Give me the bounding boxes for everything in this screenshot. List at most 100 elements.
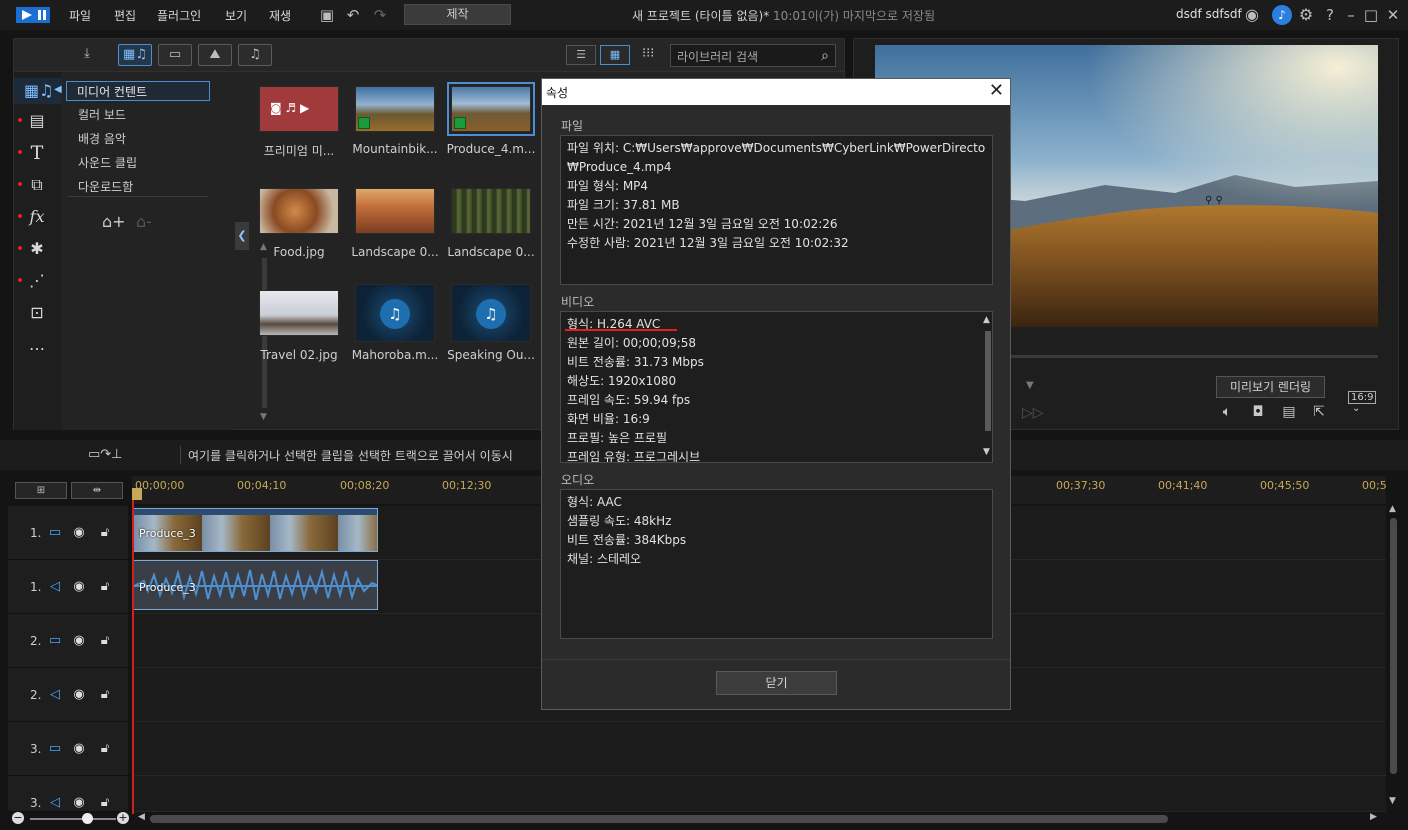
add-tag-icon[interactable]: ⌂+ bbox=[102, 212, 126, 231]
transition-room-icon[interactable]: ▤ bbox=[24, 110, 50, 132]
room-pointer-icon: ◀ bbox=[54, 84, 62, 95]
playhead-handle[interactable] bbox=[132, 488, 142, 500]
video-filter-icon[interactable]: ▭ bbox=[158, 44, 192, 66]
media-item-premium[interactable]: ◙ ♬ ▶ bbox=[259, 86, 339, 132]
title-room-icon[interactable]: T bbox=[24, 142, 50, 164]
dialog-title-bar: 속성 ✕ bbox=[542, 79, 1010, 105]
eye-icon[interactable]: ◉ bbox=[70, 633, 88, 649]
file-info-line: 파일 형식: MP4 bbox=[567, 179, 649, 193]
media-item-travel[interactable] bbox=[259, 290, 339, 336]
menu-view[interactable]: 보기 bbox=[225, 7, 247, 24]
category-sound-clips[interactable]: 사운드 클립 bbox=[78, 154, 137, 171]
track-lane[interactable] bbox=[132, 722, 1386, 776]
close-window-icon[interactable]: ✕ bbox=[1384, 6, 1402, 24]
eye-icon[interactable]: ◉ bbox=[70, 741, 88, 757]
gear-icon[interactable]: ⚙ bbox=[1297, 6, 1315, 24]
media-item-mahoroba[interactable]: ♫ bbox=[355, 284, 435, 342]
menu-playback[interactable]: 재생 bbox=[269, 7, 291, 24]
eye-icon[interactable]: ◉ bbox=[70, 579, 88, 595]
category-panel: 미디어 컨텐트 컬러 보드 배경 음악 사운드 클립 다운로드함 ⌂+ ⌂- ▲… bbox=[62, 72, 267, 430]
timeline-horizontal-scrollbar[interactable]: ◀ ▶ bbox=[138, 812, 1382, 824]
produce-button[interactable]: 제작 bbox=[404, 4, 511, 25]
lock-icon[interactable]: 🔓︎ bbox=[96, 525, 114, 541]
particle-room-icon[interactable]: ✱ bbox=[24, 238, 50, 260]
aspect-ratio-select[interactable]: 16:9 ⌄ bbox=[1348, 391, 1388, 414]
image-filter-icon[interactable]: ⛰ bbox=[198, 44, 232, 66]
pip-room-icon[interactable]: ⧉ bbox=[24, 174, 50, 196]
menu-plugin[interactable]: 플러그인 bbox=[157, 7, 201, 24]
category-background-music[interactable]: 배경 음악 bbox=[78, 130, 126, 147]
fast-forward-icon[interactable]: ▷▷ bbox=[1022, 405, 1044, 421]
maximize-icon[interactable]: □ bbox=[1362, 6, 1380, 24]
search-icon[interactable]: ⌕ bbox=[821, 48, 829, 64]
menu-file[interactable]: 파일 bbox=[69, 7, 91, 24]
audio-filter-icon[interactable]: ♫ bbox=[238, 44, 272, 66]
track-number: 2. bbox=[30, 634, 42, 648]
zoom-in-icon[interactable]: + bbox=[117, 812, 129, 824]
media-item-landscape-2[interactable] bbox=[451, 188, 531, 234]
audio-clip[interactable]: Produce_3 bbox=[133, 560, 378, 610]
timeline-vertical-scrollbar[interactable]: ▲ ▼ bbox=[1388, 504, 1400, 806]
playhead[interactable] bbox=[132, 488, 134, 814]
media-item-speaking-out[interactable]: ♫ bbox=[451, 284, 531, 342]
undock-icon[interactable]: ⇱ bbox=[1309, 404, 1329, 422]
close-icon[interactable]: ✕ bbox=[989, 80, 1004, 101]
minimize-icon[interactable]: – bbox=[1342, 6, 1360, 24]
undo-icon[interactable]: ↶ bbox=[344, 6, 362, 24]
track-number: 2. bbox=[30, 688, 42, 702]
eye-icon[interactable]: ◉ bbox=[70, 687, 88, 703]
redo-icon[interactable]: ↷ bbox=[371, 6, 389, 24]
eye-icon[interactable]: ◉ bbox=[70, 525, 88, 541]
library-search-input[interactable]: 라이브러리 검색 ⌕ bbox=[670, 44, 836, 67]
premium-media-icon: ◙ ♬ ▶ bbox=[270, 101, 310, 115]
video-info-scrollbar[interactable]: ▲ ▼ bbox=[983, 315, 993, 461]
more-rooms-icon[interactable]: … bbox=[24, 334, 50, 356]
effect-room-icon[interactable]: fx bbox=[24, 206, 50, 228]
media-room-icon[interactable]: ▦♫ bbox=[24, 80, 53, 102]
spray-room-icon[interactable]: ⋰ bbox=[24, 270, 50, 292]
eye-icon[interactable]: ◉ bbox=[70, 795, 88, 811]
lock-icon[interactable]: 🔓︎ bbox=[96, 633, 114, 649]
video-section-label: 비디오 bbox=[561, 295, 595, 309]
grid-view-icon[interactable]: ▦ bbox=[600, 45, 630, 65]
subtitle-icon[interactable]: ▤ bbox=[1279, 404, 1299, 422]
video-clip[interactable]: Produce_3 bbox=[133, 508, 378, 552]
file-info-line: 파일 위치: C:₩Users₩approve₩Documents₩CyberL… bbox=[567, 141, 986, 155]
render-preview-button[interactable]: 미리보기 렌더링 bbox=[1216, 376, 1325, 398]
zoom-out-icon[interactable]: − bbox=[12, 812, 24, 824]
collapse-panel-icon[interactable]: ❮ bbox=[235, 222, 249, 250]
category-color-board[interactable]: 컬러 보드 bbox=[78, 106, 126, 123]
fit-timeline-button[interactable]: ⇹ bbox=[71, 482, 123, 499]
timeline-tools-icon[interactable]: ▭↷⊥ bbox=[88, 447, 123, 462]
media-item-landscape-1[interactable] bbox=[355, 188, 435, 234]
zoom-slider-handle[interactable] bbox=[82, 813, 93, 824]
save-icon[interactable]: ▣ bbox=[318, 6, 336, 24]
zoom-slider[interactable] bbox=[30, 818, 116, 820]
media-filter-all-icon[interactable]: ▦♫ bbox=[118, 44, 152, 66]
quality-dropdown-icon[interactable]: ▼ bbox=[1026, 380, 1034, 391]
subtitle-room-icon[interactable]: ⊡ bbox=[24, 302, 50, 324]
track-lane[interactable] bbox=[132, 776, 1386, 812]
help-icon[interactable]: ? bbox=[1321, 6, 1339, 24]
notification-icon[interactable]: ♪ bbox=[1272, 5, 1292, 25]
remove-tag-icon[interactable]: ⌂- bbox=[136, 212, 152, 231]
list-view-icon[interactable]: ☰ bbox=[566, 45, 596, 65]
media-item-produce4[interactable] bbox=[447, 82, 535, 136]
account-icon[interactable]: ◉ bbox=[1243, 6, 1261, 24]
lock-icon[interactable]: 🔓︎ bbox=[96, 687, 114, 703]
media-item-mountainbike[interactable] bbox=[355, 86, 435, 132]
close-button[interactable]: 닫기 bbox=[716, 671, 837, 695]
menu-edit[interactable]: 편집 bbox=[114, 7, 136, 24]
lock-icon[interactable]: 🔓︎ bbox=[96, 741, 114, 757]
volume-icon[interactable]: 🔈︎ bbox=[1217, 404, 1237, 422]
snapshot-icon[interactable]: ◘ bbox=[1248, 404, 1268, 422]
lock-icon[interactable]: 🔓︎ bbox=[96, 795, 114, 811]
track-manager-button[interactable]: ⊞ bbox=[15, 482, 67, 499]
category-downloads[interactable]: 다운로드함 bbox=[78, 178, 133, 195]
more-options-icon[interactable]: ⁝⁝⁝ bbox=[642, 46, 654, 61]
import-icon[interactable]: ⤓ bbox=[70, 44, 104, 66]
media-item-food[interactable] bbox=[259, 188, 339, 234]
category-media-content[interactable]: 미디어 컨텐트 bbox=[66, 81, 210, 101]
user-name[interactable]: dsdf sdfsdf bbox=[1176, 7, 1242, 21]
lock-icon[interactable]: 🔓︎ bbox=[96, 579, 114, 595]
